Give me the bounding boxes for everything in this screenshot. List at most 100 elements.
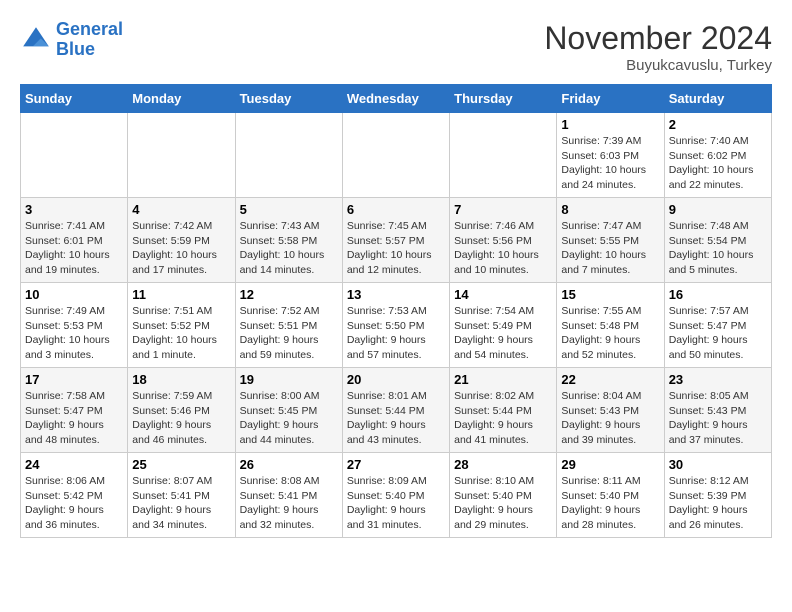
calendar-cell: 4Sunrise: 7:42 AM Sunset: 5:59 PM Daylig… [128, 198, 235, 283]
day-info: Sunrise: 7:57 AM Sunset: 5:47 PM Dayligh… [669, 304, 767, 363]
day-info: Sunrise: 7:49 AM Sunset: 5:53 PM Dayligh… [25, 304, 123, 363]
calendar-week-3: 17 Sunrise: 7:58 AM Sunset: 5:47 PM Dayli… [21, 368, 772, 453]
day-number: 13 [347, 287, 445, 302]
day-number: 25 [132, 457, 230, 472]
day-info: Sunrise: 8:01 AM Sunset: 5:44 PM Dayligh… [347, 389, 445, 448]
calendar-cell: 17 Sunrise: 7:58 AM Sunset: 5:47 PM Dayli… [21, 368, 128, 453]
day-number: 21 [454, 372, 552, 387]
calendar-cell: 12 Sunrise: 7:52 AM Sunset: 5:51 PM Dayli… [235, 283, 342, 368]
calendar-cell: 14Sunrise: 7:54 AM Sunset: 5:49 PM Dayli… [450, 283, 557, 368]
day-info: Sunrise: 7:40 AM Sunset: 6:02 PM Dayligh… [669, 134, 767, 193]
logo: General Blue [20, 20, 123, 60]
day-info: Sunrise: 7:47 AM Sunset: 5:55 PM Dayligh… [561, 219, 659, 278]
day-info: Sunrise: 8:12 AM Sunset: 5:39 PM Dayligh… [669, 474, 767, 533]
day-info: Sunrise: 7:59 AM Sunset: 5:46 PM Dayligh… [132, 389, 230, 448]
calendar-cell: 21 Sunrise: 8:02 AM Sunset: 5:44 PM Dayli… [450, 368, 557, 453]
day-number: 6 [347, 202, 445, 217]
day-info: Sunrise: 8:00 AM Sunset: 5:45 PM Dayligh… [240, 389, 338, 448]
day-info: Sunrise: 7:41 AM Sunset: 6:01 PM Dayligh… [25, 219, 123, 278]
day-info: Sunrise: 8:09 AM Sunset: 5:40 PM Dayligh… [347, 474, 445, 533]
day-number: 18 [132, 372, 230, 387]
day-number: 16 [669, 287, 767, 302]
title-block: November 2024 Buyukcavuslu, Turkey [544, 20, 772, 74]
calendar-cell: 10Sunrise: 7:49 AM Sunset: 5:53 PM Dayli… [21, 283, 128, 368]
logo-line1: General [56, 19, 123, 39]
day-number: 26 [240, 457, 338, 472]
day-info: Sunrise: 7:53 AM Sunset: 5:50 PM Dayligh… [347, 304, 445, 363]
weekday-header-saturday: Saturday [664, 85, 771, 113]
calendar-cell: 7Sunrise: 7:46 AM Sunset: 5:56 PM Daylig… [450, 198, 557, 283]
calendar-cell: 26 Sunrise: 8:08 AM Sunset: 5:41 PM Dayli… [235, 453, 342, 538]
day-number: 1 [561, 117, 659, 132]
calendar-cell: 9 Sunrise: 7:48 AM Sunset: 5:54 PM Daylig… [664, 198, 771, 283]
calendar-cell: 24 Sunrise: 8:06 AM Sunset: 5:42 PM Dayli… [21, 453, 128, 538]
day-info: Sunrise: 8:10 AM Sunset: 5:40 PM Dayligh… [454, 474, 552, 533]
day-number: 9 [669, 202, 767, 217]
day-number: 27 [347, 457, 445, 472]
day-info: Sunrise: 7:52 AM Sunset: 5:51 PM Dayligh… [240, 304, 338, 363]
day-number: 22 [561, 372, 659, 387]
weekday-header-tuesday: Tuesday [235, 85, 342, 113]
calendar-cell: 11 Sunrise: 7:51 AM Sunset: 5:52 PM Dayli… [128, 283, 235, 368]
day-number: 23 [669, 372, 767, 387]
day-number: 28 [454, 457, 552, 472]
day-info: Sunrise: 7:54 AM Sunset: 5:49 PM Dayligh… [454, 304, 552, 363]
calendar-header: SundayMondayTuesdayWednesdayThursdayFrid… [21, 85, 772, 113]
calendar-cell: 25 Sunrise: 8:07 AM Sunset: 5:41 PM Dayli… [128, 453, 235, 538]
day-info: Sunrise: 8:02 AM Sunset: 5:44 PM Dayligh… [454, 389, 552, 448]
calendar-cell: 22Sunrise: 8:04 AM Sunset: 5:43 PM Dayli… [557, 368, 664, 453]
day-number: 19 [240, 372, 338, 387]
calendar-cell: 19 Sunrise: 8:00 AM Sunset: 5:45 PM Dayli… [235, 368, 342, 453]
calendar-week-1: 3 Sunrise: 7:41 AM Sunset: 6:01 PM Daylig… [21, 198, 772, 283]
day-number: 5 [240, 202, 338, 217]
day-info: Sunrise: 8:11 AM Sunset: 5:40 PM Dayligh… [561, 474, 659, 533]
day-number: 12 [240, 287, 338, 302]
calendar-cell: 30 Sunrise: 8:12 AM Sunset: 5:39 PM Dayli… [664, 453, 771, 538]
calendar-cell: 8 Sunrise: 7:47 AM Sunset: 5:55 PM Daylig… [557, 198, 664, 283]
day-info: Sunrise: 7:46 AM Sunset: 5:56 PM Dayligh… [454, 219, 552, 278]
day-number: 11 [132, 287, 230, 302]
location: Buyukcavuslu, Turkey [544, 57, 772, 74]
day-info: Sunrise: 7:48 AM Sunset: 5:54 PM Dayligh… [669, 219, 767, 278]
day-number: 29 [561, 457, 659, 472]
logo-icon [20, 24, 52, 56]
day-number: 8 [561, 202, 659, 217]
calendar-cell: 16 Sunrise: 7:57 AM Sunset: 5:47 PM Dayli… [664, 283, 771, 368]
weekday-header-wednesday: Wednesday [342, 85, 449, 113]
calendar-cell: 13 Sunrise: 7:53 AM Sunset: 5:50 PM Dayli… [342, 283, 449, 368]
calendar-cell: 5Sunrise: 7:43 AM Sunset: 5:58 PM Daylig… [235, 198, 342, 283]
weekday-header-thursday: Thursday [450, 85, 557, 113]
calendar-cell: 2 Sunrise: 7:40 AM Sunset: 6:02 PM Daylig… [664, 113, 771, 198]
day-number: 20 [347, 372, 445, 387]
day-info: Sunrise: 7:42 AM Sunset: 5:59 PM Dayligh… [132, 219, 230, 278]
calendar-cell: 18 Sunrise: 7:59 AM Sunset: 5:46 PM Dayli… [128, 368, 235, 453]
day-info: Sunrise: 7:51 AM Sunset: 5:52 PM Dayligh… [132, 304, 230, 363]
month-title: November 2024 [544, 20, 772, 57]
calendar-table: SundayMondayTuesdayWednesdayThursdayFrid… [20, 84, 772, 538]
calendar-cell: 15Sunrise: 7:55 AM Sunset: 5:48 PM Dayli… [557, 283, 664, 368]
logo-line2: Blue [56, 39, 95, 59]
calendar-cell: 1Sunrise: 7:39 AM Sunset: 6:03 PM Daylig… [557, 113, 664, 198]
calendar-cell: 20 Sunrise: 8:01 AM Sunset: 5:44 PM Dayli… [342, 368, 449, 453]
calendar-cell: 29 Sunrise: 8:11 AM Sunset: 5:40 PM Dayli… [557, 453, 664, 538]
day-number: 30 [669, 457, 767, 472]
logo-text: General Blue [56, 20, 123, 60]
day-info: Sunrise: 7:45 AM Sunset: 5:57 PM Dayligh… [347, 219, 445, 278]
day-number: 3 [25, 202, 123, 217]
calendar-week-4: 24 Sunrise: 8:06 AM Sunset: 5:42 PM Dayli… [21, 453, 772, 538]
day-info: Sunrise: 8:08 AM Sunset: 5:41 PM Dayligh… [240, 474, 338, 533]
day-number: 24 [25, 457, 123, 472]
weekday-header-monday: Monday [128, 85, 235, 113]
calendar-cell: 27 Sunrise: 8:09 AM Sunset: 5:40 PM Dayli… [342, 453, 449, 538]
calendar-cell [342, 113, 449, 198]
day-number: 17 [25, 372, 123, 387]
day-info: Sunrise: 8:05 AM Sunset: 5:43 PM Dayligh… [669, 389, 767, 448]
day-info: Sunrise: 8:07 AM Sunset: 5:41 PM Dayligh… [132, 474, 230, 533]
day-info: Sunrise: 7:58 AM Sunset: 5:47 PM Dayligh… [25, 389, 123, 448]
day-info: Sunrise: 8:06 AM Sunset: 5:42 PM Dayligh… [25, 474, 123, 533]
weekday-header-friday: Friday [557, 85, 664, 113]
calendar-cell: 28 Sunrise: 8:10 AM Sunset: 5:40 PM Dayli… [450, 453, 557, 538]
calendar-week-0: 1Sunrise: 7:39 AM Sunset: 6:03 PM Daylig… [21, 113, 772, 198]
day-number: 2 [669, 117, 767, 132]
page-header: General Blue November 2024 Buyukcavuslu,… [20, 20, 772, 74]
